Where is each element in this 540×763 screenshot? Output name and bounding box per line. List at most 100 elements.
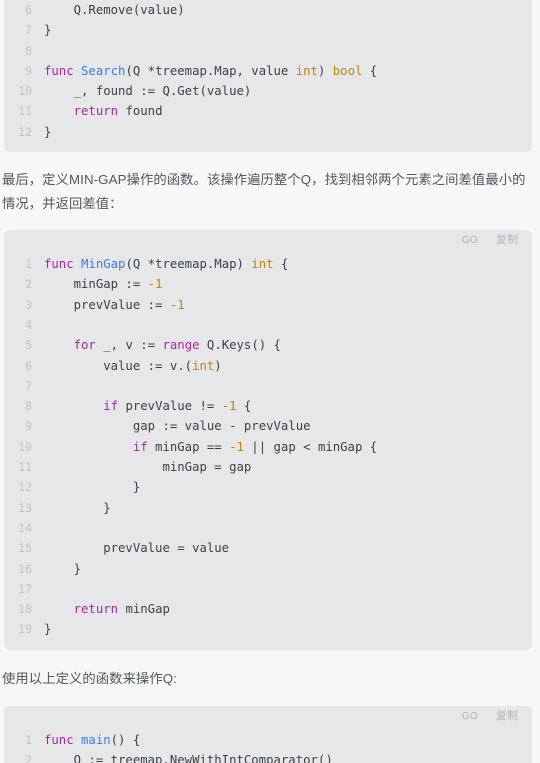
code-token-plain: gap := value - prevValue [44, 419, 311, 434]
code-line-text: for _, v := range Q.Keys() { [32, 335, 281, 355]
code-token-plain: } [44, 480, 141, 495]
code-token-plain: { [273, 257, 289, 272]
code-line: 13 } [4, 498, 532, 518]
code-line-text: } [32, 122, 51, 142]
code-token-plain: minGap := [44, 277, 148, 292]
code-token-type: int [295, 63, 318, 78]
line-number: 2 [25, 753, 32, 763]
line-number: 1 [25, 732, 32, 747]
code-line: 10 if minGap == -1 || gap < minGap { [4, 437, 532, 457]
code-body[interactable]: 1 func MinGap(Q *treemap.Map) int {2 minG… [4, 252, 532, 650]
code-line: 10 _, found := Q.Get(value) [4, 81, 532, 101]
code-line: 16 } [4, 559, 532, 579]
line-number: 1 [25, 257, 32, 272]
code-line-text: Q.Remove(value) [32, 0, 185, 20]
code-block: GO 复制 1 func main() {2 Q := treemap.NewWith… [4, 705, 532, 763]
code-block: 6 Q.Remove(value) 7} 8 9 func Search(Q *tree… [4, 0, 532, 153]
line-number: 7 [25, 378, 32, 393]
code-line: 8 if prevValue != -1 { [4, 396, 532, 416]
code-token-num: -1 [229, 439, 244, 454]
paragraph: 最后，定义MIN-GAP操作的函数。该操作遍历整个Q，找到相邻两个元素之间差值最… [2, 172, 526, 212]
line-number: 6 [25, 3, 32, 17]
code-line: 17 [4, 579, 532, 599]
code-token-plain: Q := treemap.NewWithIntComparator() [44, 753, 333, 763]
code-token-num: -1 [169, 297, 185, 312]
code-block-header: GO 复制 [4, 230, 532, 252]
code-line: 14 [4, 518, 532, 538]
code-line-text: func main() { [32, 730, 140, 750]
code-token-plain: { [362, 63, 378, 78]
copy-code-button[interactable]: 复制 [496, 709, 518, 723]
code-token-plain: found [118, 104, 163, 119]
code-token-kw: func [44, 63, 74, 78]
code-line: 11 return found [4, 101, 532, 121]
code-line-text: return found [32, 101, 163, 121]
copy-code-button[interactable]: 复制 [496, 233, 518, 247]
code-line: 3 prevValue := -1 [4, 295, 532, 315]
code-line: 9 func Search(Q *treemap.Map, value int) … [4, 61, 532, 81]
code-token-plain: minGap = gap [44, 460, 252, 475]
code-token-fn: Search [81, 63, 126, 78]
code-token-plain: (Q *treemap.Map) [125, 257, 252, 272]
code-token-kw: range [162, 338, 200, 353]
line-number: 11 [18, 104, 32, 119]
code-token-plain: } [44, 561, 82, 576]
code-token-type: int [251, 257, 274, 272]
code-line-text: prevValue := -1 [32, 295, 185, 315]
code-line-text: _, found := Q.Get(value) [32, 81, 252, 101]
code-token-kw: for [73, 338, 96, 353]
code-body[interactable]: 1 func main() {2 Q := treemap.NewWithIntC… [4, 728, 532, 763]
code-line-text: minGap = gap [32, 457, 251, 477]
code-token-num: -1 [221, 399, 237, 414]
line-number: 2 [25, 277, 32, 292]
line-number: 8 [25, 43, 32, 58]
line-number: 18 [18, 602, 32, 617]
code-token-plain: Q.Keys() { [199, 338, 281, 353]
code-line-text: func Search(Q *treemap.Map, value int) b… [32, 61, 377, 81]
line-number: 3 [25, 297, 32, 312]
code-line: 2 Q := treemap.NewWithIntComparator() [4, 750, 532, 763]
code-token-kw: return [73, 602, 119, 617]
code-token-kw: func [44, 732, 74, 747]
code-token-kw: if [132, 439, 148, 454]
line-number: 15 [18, 541, 32, 556]
code-line-text: Q := treemap.NewWithIntComparator() [32, 750, 333, 763]
code-line-text: } [32, 619, 51, 639]
code-token-plain: minGap [118, 602, 170, 617]
code-line-text: func MinGap(Q *treemap.Map) int { [32, 254, 288, 274]
line-number: 9 [25, 63, 32, 78]
code-block: GO 复制 1 func MinGap(Q *treemap.Map) int {2 … [4, 230, 532, 650]
code-token-plain: value := v.( [44, 358, 193, 373]
code-line: 18 return minGap [4, 599, 532, 619]
line-number: 19 [18, 622, 32, 637]
code-token-plain: } [44, 622, 52, 637]
code-line-text: prevValue = value [32, 538, 229, 558]
code-token-plain: _, v := [95, 338, 163, 353]
code-line: 15 prevValue = value [4, 538, 532, 558]
code-line: 7} [4, 20, 532, 40]
code-line: 8 [4, 41, 532, 61]
code-token-num: -1 [147, 277, 163, 292]
line-number: 7 [25, 23, 32, 38]
code-line-text: minGap := -1 [32, 274, 163, 294]
paragraph: 使用以上定义的函数来操作Q: [2, 670, 177, 686]
code-block-header: GO 复制 [4, 706, 532, 728]
code-token-plain: } [44, 500, 111, 515]
code-line: 1 func MinGap(Q *treemap.Map) int { [4, 254, 532, 274]
code-line: 19} [4, 619, 532, 639]
code-body[interactable]: 6 Q.Remove(value) 7} 8 9 func Search(Q *tree… [4, 0, 532, 152]
code-token-type: int [192, 358, 215, 373]
code-token-type: bool [332, 63, 363, 78]
line-number: 9 [25, 419, 32, 434]
code-line: 5 for _, v := range Q.Keys() { [4, 335, 532, 355]
line-number: 14 [18, 520, 32, 535]
code-line: 6 value := v.(int) [4, 356, 532, 376]
code-token-plain: prevValue := [44, 297, 170, 312]
code-line: 2 minGap := -1 [4, 274, 532, 294]
